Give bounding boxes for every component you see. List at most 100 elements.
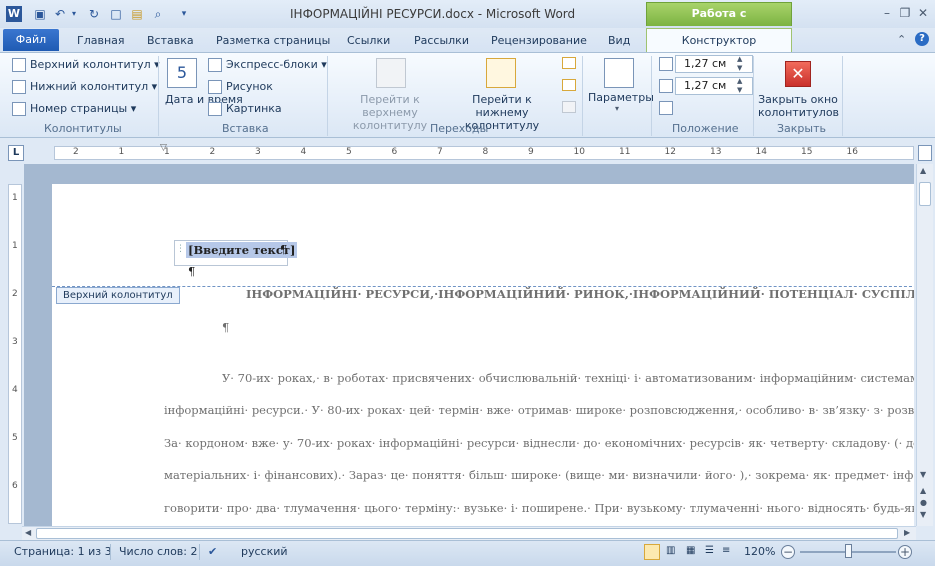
clipart-icon: [208, 102, 222, 116]
zoom-out-icon[interactable]: −: [781, 545, 795, 559]
tab-page-layout[interactable]: Разметка страницы: [216, 31, 330, 51]
group-separator: [158, 56, 159, 136]
outline-icon[interactable]: ☰: [705, 545, 714, 556]
open-folder-icon[interactable]: ▤: [129, 6, 145, 22]
zoom-slider-thumb[interactable]: [845, 544, 852, 558]
date-time-button[interactable]: Дата и время: [165, 93, 243, 106]
page-number-button[interactable]: Номер страницы ▾: [12, 102, 136, 116]
previous-section-icon[interactable]: [562, 57, 576, 69]
customize-qat-icon[interactable]: ▾: [176, 6, 192, 22]
group-separator: [582, 56, 583, 136]
new-document-icon[interactable]: □: [108, 6, 124, 22]
vertical-scroll-thumb[interactable]: [919, 182, 931, 206]
header-icon: [12, 58, 26, 72]
tab-design[interactable]: Конструктор: [646, 28, 792, 53]
print-preview-icon[interactable]: ⌕: [150, 6, 166, 22]
header-position-icon: [659, 57, 673, 71]
ruler-tick-label: 13: [710, 147, 722, 157]
header-button[interactable]: Верхний колонтитул ▾: [12, 58, 160, 72]
tab-references[interactable]: Ссылки: [347, 31, 390, 51]
paragraph-mark: ¶: [188, 264, 196, 278]
zoom-level[interactable]: 120%: [744, 545, 775, 558]
page[interactable]: ⋮ [Введите текст] ¶ ¶ Верхний колонтитул…: [52, 184, 914, 526]
close-header-footer-icon[interactable]: ✕: [785, 61, 811, 87]
paragraph-mark: ¶: [280, 242, 288, 256]
restore-icon[interactable]: ❐: [898, 6, 912, 20]
document-title[interactable]: ІНФОРМАЦІЙНІ· РЕСУРСИ,·ІНФОРМАЦІЙНИЙ· РИ…: [246, 287, 914, 301]
redo-icon[interactable]: ↻: [86, 6, 102, 22]
next-section-icon[interactable]: [562, 79, 576, 91]
window-title: ІНФОРМАЦІЙНІ РЕСУРСИ.docx - Microsoft Wo…: [290, 7, 576, 21]
footer-icon: [12, 80, 26, 94]
previous-page-icon[interactable]: ▲: [920, 486, 926, 495]
scroll-right-icon[interactable]: ▶: [904, 528, 910, 537]
view-ruler-icon[interactable]: [918, 145, 932, 161]
print-layout-icon[interactable]: [644, 544, 660, 560]
close-window-icon[interactable]: ✕: [916, 6, 930, 20]
group-label-navigation: Переходы: [430, 122, 489, 135]
save-icon[interactable]: ▣: [32, 6, 48, 22]
body-line[interactable]: інформаційні· ресурси.· У· 80-их· роках·…: [164, 403, 914, 417]
undo-dropdown-icon[interactable]: ▾: [66, 6, 82, 22]
ruler-tick-label: 2: [12, 289, 18, 299]
tab-file[interactable]: Файл: [3, 29, 59, 51]
tab-mailings[interactable]: Рассылки: [414, 31, 469, 51]
footer-button[interactable]: Нижний колонтитул ▾: [12, 80, 157, 94]
body-line[interactable]: За· кордоном· вже· у· 70-их· роках· інфо…: [164, 436, 914, 450]
group-separator: [753, 56, 754, 136]
tab-home[interactable]: Главная: [77, 31, 125, 51]
content-control-handle-icon[interactable]: ⋮: [176, 244, 185, 254]
scroll-up-icon[interactable]: ▲: [920, 166, 926, 175]
date-time-icon[interactable]: 5: [167, 58, 197, 88]
ruler-tick-label: 11: [619, 147, 631, 157]
ruler-tick-label: 7: [437, 147, 443, 157]
tab-insert[interactable]: Вставка: [147, 31, 194, 51]
ruler-tick-label: 1: [118, 147, 125, 157]
ruler-tick-label: 5: [12, 433, 18, 443]
options-button[interactable]: Параметры: [588, 91, 654, 105]
word-count[interactable]: Число слов: 2: [119, 545, 198, 558]
group-label-insert: Вставка: [222, 122, 269, 135]
scroll-left-icon[interactable]: ◀: [25, 528, 31, 537]
vertical-ruler[interactable]: 1 1 2 3 4 5 6: [8, 184, 22, 524]
help-icon[interactable]: ?: [915, 32, 929, 46]
draft-icon[interactable]: ≡: [722, 545, 730, 556]
tab-selector[interactable]: L: [8, 145, 24, 161]
indent-marker-icon[interactable]: ▽: [160, 143, 167, 153]
body-line[interactable]: матеріальних· і· фінансових).· Зараз· це…: [164, 468, 914, 482]
web-layout-icon[interactable]: ▦: [686, 545, 695, 556]
proofing-icon[interactable]: ✔: [208, 545, 217, 558]
word-app-icon[interactable]: W: [6, 6, 22, 22]
horizontal-scrollbar[interactable]: ◀ ▶: [22, 526, 916, 540]
picture-button[interactable]: Рисунок: [208, 80, 273, 94]
footer-position-icon: [659, 79, 673, 93]
browse-object-icon[interactable]: ●: [920, 498, 927, 507]
page-count[interactable]: Страница: 1 из 3: [14, 545, 112, 558]
minimize-ribbon-icon[interactable]: ⌃: [897, 33, 906, 46]
ruler-tick-label: 4: [12, 385, 18, 395]
zoom-in-icon[interactable]: +: [898, 545, 912, 559]
scroll-down-icon[interactable]: ▼: [920, 470, 926, 479]
vertical-scrollbar[interactable]: ▲ ▼ ▲ ● ▼: [916, 164, 933, 526]
footer-position-spinner-icon[interactable]: ▲ ▼: [737, 77, 742, 95]
header-footer-tools-label: Работа с колонтитулами: [646, 2, 792, 42]
header-position-spinner-icon[interactable]: ▲ ▼: [737, 55, 742, 73]
horizontal-scroll-thumb[interactable]: [36, 528, 898, 539]
full-screen-reading-icon[interactable]: ▥: [666, 545, 675, 556]
ruler-tick-label: 6: [391, 147, 398, 157]
minimize-icon[interactable]: –: [880, 6, 894, 20]
body-line[interactable]: говорити· про· два· тлумачення· цього· т…: [164, 501, 914, 515]
clipart-button[interactable]: Картинка: [208, 102, 282, 116]
language[interactable]: русский: [241, 545, 288, 558]
insert-alignment-tab-icon[interactable]: [659, 101, 673, 115]
body-line[interactable]: У· 70-их· роках,· в· роботах· присвячени…: [222, 371, 914, 385]
tab-view[interactable]: Вид: [608, 31, 630, 51]
tab-review[interactable]: Рецензирование: [491, 31, 587, 51]
quick-parts-button[interactable]: Экспресс-блоки ▾: [208, 58, 327, 72]
next-page-icon[interactable]: ▼: [920, 510, 926, 519]
group-label-headers-footers: Колонтитулы: [44, 122, 122, 135]
paragraph-mark: ¶: [222, 320, 230, 334]
horizontal-ruler[interactable]: 2 1 1 2 3 4 5 6 7 8 9 10 11 12 13 14 15 16: [54, 146, 914, 160]
link-to-previous-icon[interactable]: [562, 101, 576, 113]
close-header-footer-button[interactable]: Закрыть окно колонтитулов: [758, 93, 839, 119]
